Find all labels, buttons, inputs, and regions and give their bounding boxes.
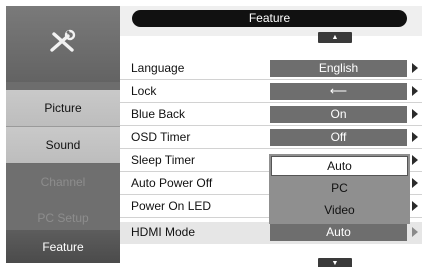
page-title: Feature [132,10,407,27]
chevron-right-icon [412,227,418,237]
chevron-right-icon [412,63,418,73]
row-divider [120,79,422,80]
scroll-up-button[interactable]: ▲ [318,32,352,43]
menu-row-language[interactable]: Language English [120,58,422,80]
menu-row-lock[interactable]: Lock ⟵ [120,81,422,103]
sidebar-item-label: Sound [45,138,81,152]
sidebar-item-picture[interactable]: Picture [6,90,120,126]
hdmi-mode-dropdown[interactable]: Auto PC Video [269,154,410,224]
menu-row-blue-back[interactable]: Blue Back On [120,104,422,126]
chevron-right-icon [412,201,418,211]
sidebar-item-sound[interactable]: Sound [6,127,120,163]
chevron-right-icon [412,132,418,142]
blue-back-value[interactable]: On [270,106,407,123]
menu-row-osd-timer[interactable]: OSD Timer Off [120,127,422,149]
row-divider [120,148,422,149]
row-label: Language [131,61,185,75]
scroll-down-button[interactable]: ▼ [318,258,352,267]
row-label: HDMI Mode [131,225,196,239]
row-divider [120,125,422,126]
chevron-right-icon [412,178,418,188]
feature-tools-tile [6,6,120,82]
row-label: Auto Power Off [131,176,213,190]
sidebar-item-label: Picture [44,101,82,115]
row-label: Sleep Timer [131,153,196,167]
menu-row-hdmi-mode[interactable]: HDMI Mode Auto [120,222,422,244]
sidebar-item-label: PC Setup [37,211,89,225]
osd-timer-value[interactable]: Off [270,129,407,146]
chevron-right-icon [412,86,418,96]
dropdown-option-auto[interactable]: Auto [271,156,408,176]
chevron-right-icon [412,109,418,119]
hdmi-mode-value[interactable]: Auto [270,224,407,241]
row-divider [120,102,422,103]
dropdown-option-pc[interactable]: PC [271,178,408,198]
row-label: Blue Back [131,107,186,121]
row-label: OSD Timer [131,130,191,144]
row-label: Power On LED [131,199,212,213]
tv-osd-menu: Picture Sound Channel PC Setup Feature F… [0,0,422,267]
sidebar-item-label: Channel [40,175,86,189]
sidebar: Picture Sound Channel PC Setup Feature [6,6,120,263]
sidebar-item-channel: Channel [6,164,120,200]
lock-enter-button[interactable]: ⟵ [270,83,407,100]
tools-icon [46,28,80,61]
row-label: Lock [131,84,157,98]
chevron-right-icon [412,155,418,165]
sidebar-item-feature[interactable]: Feature [6,230,120,263]
language-value[interactable]: English [270,60,407,77]
dropdown-option-video[interactable]: Video [271,200,408,220]
sidebar-item-label: Feature [42,239,84,254]
